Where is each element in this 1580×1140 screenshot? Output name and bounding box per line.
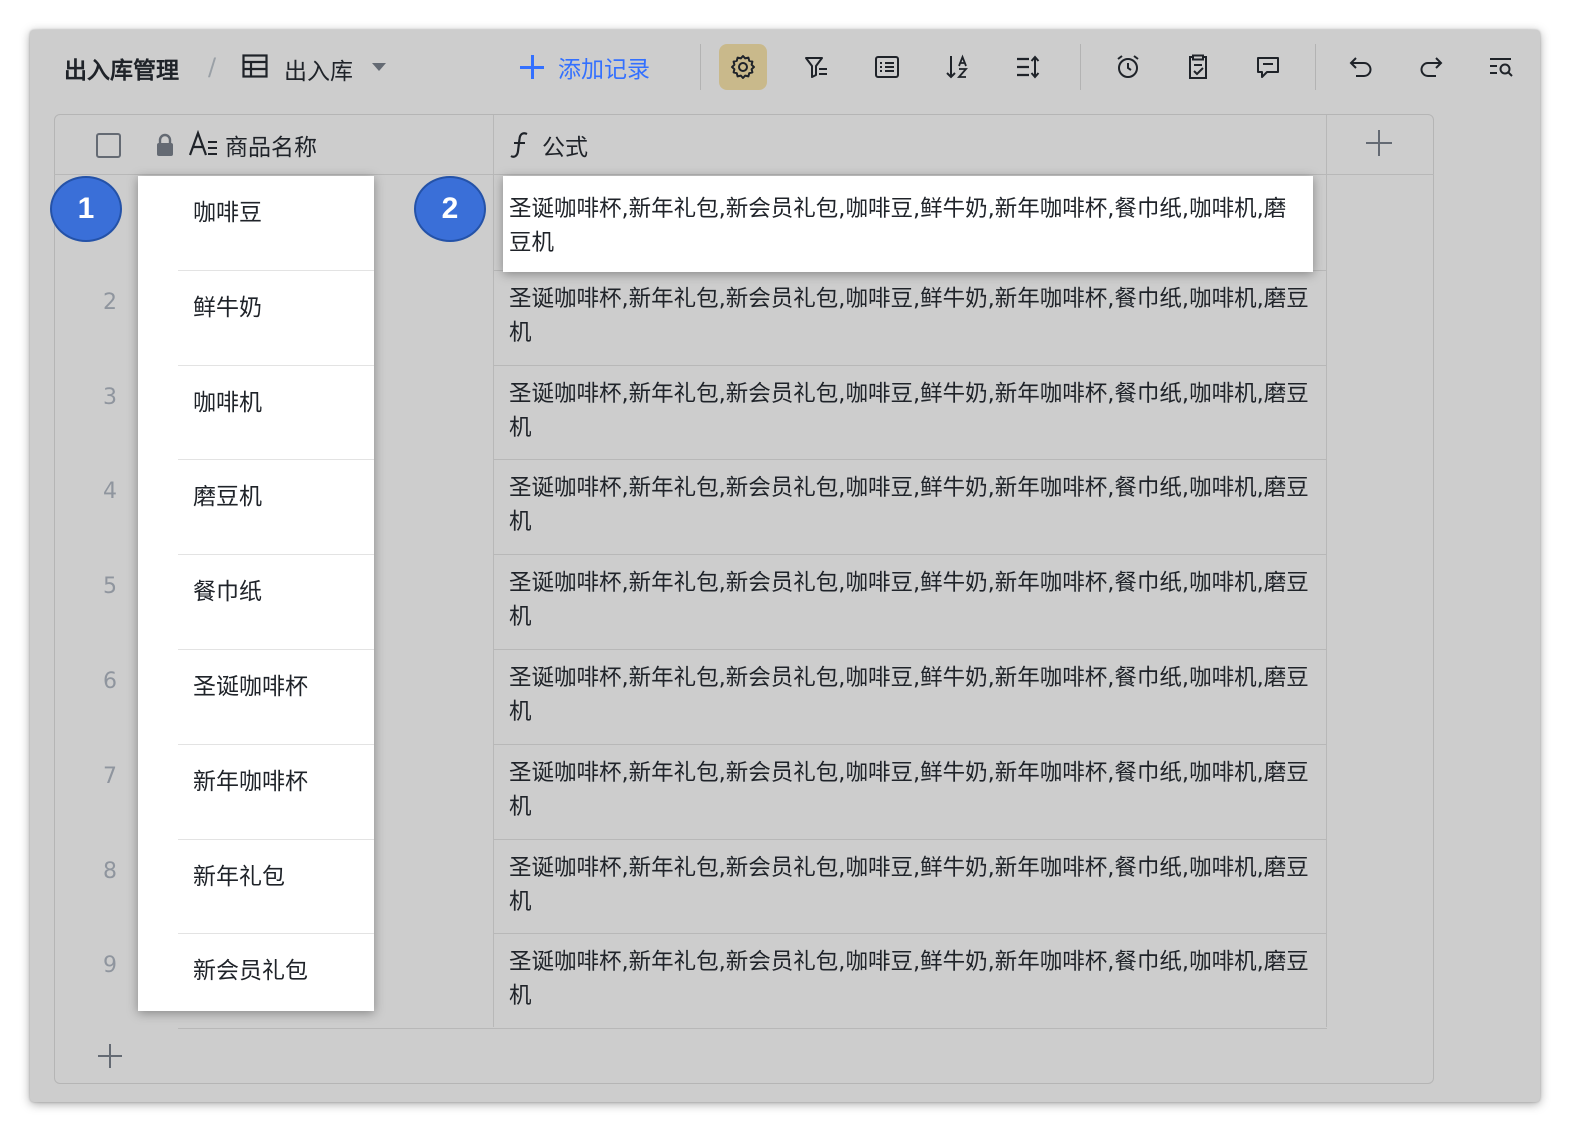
add-record-label: 添加记录 — [558, 57, 650, 83]
product-name-cell[interactable]: 圣诞咖啡杯 — [193, 667, 308, 701]
comment-icon — [1257, 57, 1279, 78]
product-name-cell[interactable]: 餐巾纸 — [193, 572, 262, 606]
automation-button[interactable] — [1104, 44, 1152, 90]
formula-cell-highlighted[interactable]: 圣诞咖啡杯,新年礼包,新会员礼包,咖啡豆,鲜牛奶,新年咖啡杯,餐巾纸,咖啡机,磨… — [503, 176, 1313, 272]
view-name[interactable]: 出入库 — [284, 52, 353, 86]
caret-down-icon[interactable] — [372, 63, 386, 71]
row-height-icon — [1017, 55, 1040, 79]
alarm-clock-icon — [1117, 55, 1139, 78]
row-divider — [493, 838, 1327, 840]
formula-cell[interactable]: 圣诞咖啡杯,新年礼包,新会员礼包,咖啡豆,鲜牛奶,新年咖啡杯,餐巾纸,咖啡机,磨… — [509, 282, 1315, 350]
row-number: 2 — [103, 289, 117, 315]
row-divider — [493, 459, 1327, 461]
toolbar-divider — [1315, 44, 1316, 90]
product-name-cell[interactable]: 鲜牛奶 — [193, 288, 262, 322]
search-button[interactable] — [1477, 44, 1525, 90]
header-divider — [54, 174, 1434, 175]
product-name-cell[interactable]: 咖啡机 — [193, 383, 262, 417]
settings-button[interactable] — [719, 44, 767, 90]
row-number: 3 — [103, 384, 117, 410]
toolbar: 出入库管理 / 出入库 添加记录 — [30, 30, 1540, 104]
cell-divider — [178, 554, 374, 556]
product-name-column-highlight: 咖啡豆鲜牛奶咖啡机磨豆机餐巾纸圣诞咖啡杯新年咖啡杯新年礼包新会员礼包 — [138, 176, 374, 1011]
row-divider — [493, 1028, 1327, 1030]
row-divider — [493, 933, 1327, 935]
product-name-cell[interactable]: 咖啡豆 — [193, 193, 262, 227]
add-record-button[interactable]: 添加记录 — [520, 50, 650, 84]
search-icon — [1490, 58, 1513, 77]
row-divider — [493, 743, 1327, 745]
row-divider — [493, 554, 1327, 556]
formula-cell[interactable]: 圣诞咖啡杯,新年礼包,新会员礼包,咖啡豆,鲜牛奶,新年咖啡杯,餐巾纸,咖啡机,磨… — [509, 661, 1315, 729]
filter-button[interactable] — [792, 44, 840, 90]
formula-cell[interactable]: 圣诞咖啡杯,新年礼包,新会员礼包,咖啡豆,鲜牛奶,新年咖啡杯,餐巾纸,咖啡机,磨… — [509, 471, 1315, 539]
formula-cell[interactable]: 圣诞咖啡杯,新年礼包,新会员礼包,咖啡豆,鲜牛奶,新年咖啡杯,餐巾纸,咖啡机,磨… — [509, 756, 1315, 824]
toolbar-divider — [700, 44, 701, 90]
select-all-checkbox[interactable] — [96, 133, 121, 158]
cell-divider — [178, 649, 374, 650]
formula-icon — [510, 132, 528, 158]
app-window: 出入库管理 / 出入库 添加记录 商品名称 公式 2 圣诞咖啡杯,新年礼包,新会… — [30, 30, 1540, 1102]
column-header-formula[interactable]: 公式 — [542, 128, 588, 162]
cell-divider — [178, 459, 374, 461]
grid-view-icon — [242, 54, 268, 78]
product-name-cell[interactable]: 新会员礼包 — [193, 951, 308, 985]
formula-cell[interactable]: 圣诞咖啡杯,新年礼包,新会员礼包,咖啡豆,鲜牛奶,新年咖啡杯,餐巾纸,咖啡机,磨… — [509, 566, 1315, 634]
text-type-icon — [188, 130, 217, 156]
row-number: 8 — [103, 858, 117, 884]
cell-divider — [178, 364, 374, 366]
row-number: 6 — [103, 669, 117, 694]
form-button[interactable] — [1174, 44, 1222, 90]
group-icon — [875, 56, 899, 78]
lock-icon — [157, 133, 173, 156]
annotation-badge-2: 2 — [414, 176, 486, 242]
breadcrumb-separator: / — [208, 53, 217, 81]
settings-icon — [731, 55, 755, 79]
product-name-cell[interactable]: 磨豆机 — [193, 477, 262, 511]
annotation-badge-1: 1 — [50, 176, 122, 242]
add-column-button[interactable] — [1366, 130, 1392, 156]
row-divider — [178, 1028, 494, 1030]
row-divider — [493, 364, 1327, 366]
row-divider — [493, 649, 1327, 650]
row-number: 4 — [103, 479, 117, 505]
formula-cell[interactable]: 圣诞咖啡杯,新年礼包,新会员礼包,咖啡豆,鲜牛奶,新年咖啡杯,餐巾纸,咖啡机,磨… — [509, 377, 1315, 445]
add-row-button[interactable] — [98, 1044, 122, 1068]
formula-cell[interactable]: 圣诞咖啡杯,新年礼包,新会员礼包,咖啡豆,鲜牛奶,新年咖啡杯,餐巾纸,咖啡机,磨… — [509, 851, 1315, 919]
sort-button[interactable] — [933, 44, 981, 90]
undo-icon — [1349, 57, 1372, 77]
cell-divider — [178, 838, 374, 840]
cell-divider — [178, 933, 374, 935]
row-number: 5 — [103, 574, 117, 600]
undo-button[interactable] — [1337, 44, 1385, 90]
redo-icon — [1420, 57, 1443, 77]
breadcrumb-base[interactable]: 出入库管理 — [64, 51, 179, 85]
column-header-product-name[interactable]: 商品名称 — [225, 128, 317, 162]
row-number: 9 — [103, 953, 117, 979]
comment-button[interactable] — [1244, 44, 1292, 90]
redo-button[interactable] — [1407, 44, 1455, 90]
toolbar-divider — [1080, 44, 1081, 90]
column-divider — [493, 115, 494, 1027]
form-icon — [1189, 54, 1207, 79]
cell-divider — [178, 269, 374, 271]
group-button[interactable] — [863, 44, 911, 90]
cell-divider — [178, 743, 374, 745]
column-divider — [1326, 115, 1327, 1027]
plus-icon — [520, 55, 544, 79]
formula-cell[interactable]: 圣诞咖啡杯,新年礼包,新会员礼包,咖啡豆,鲜牛奶,新年咖啡杯,餐巾纸,咖啡机,磨… — [509, 945, 1315, 1013]
sort-icon — [946, 54, 968, 79]
product-name-cell[interactable]: 新年咖啡杯 — [193, 762, 308, 796]
row-height-button[interactable] — [1004, 44, 1052, 90]
row-number: 7 — [103, 763, 117, 789]
filter-icon — [805, 57, 827, 78]
product-name-cell[interactable]: 新年礼包 — [193, 857, 285, 891]
